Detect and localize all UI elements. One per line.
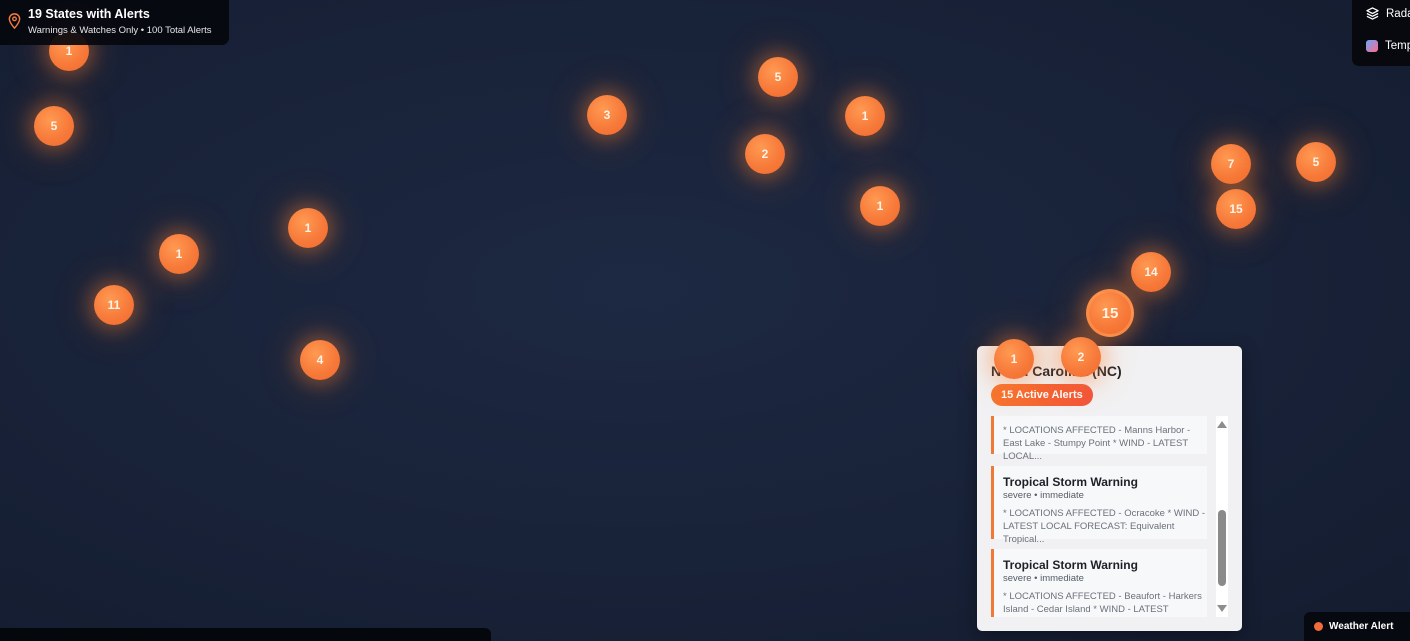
- alert-meta: severe • immediate: [1003, 573, 1084, 584]
- selected-alert-cluster-marker[interactable]: 15: [1086, 289, 1134, 337]
- alert-cluster-marker[interactable]: 5: [34, 106, 74, 146]
- summary-title: 19 States with Alerts: [28, 7, 150, 21]
- state-alerts-popup: North Carolina (NC) 15 Active Alerts * L…: [977, 346, 1242, 631]
- alert-cluster-marker[interactable]: 3: [587, 95, 627, 135]
- alerts-scrollbar[interactable]: [1216, 416, 1228, 617]
- alert-cluster-marker[interactable]: 1: [994, 339, 1034, 379]
- layer-label-radar: Radar: [1386, 7, 1410, 20]
- alert-card[interactable]: Tropical Storm Warning severe • immediat…: [991, 549, 1207, 617]
- alert-description: * LOCATIONS AFFECTED - Manns Harbor - Ea…: [1003, 425, 1191, 462]
- scroll-down-arrow-icon[interactable]: [1217, 605, 1227, 612]
- alert-cluster-marker[interactable]: 2: [1061, 337, 1101, 377]
- temperature-swatch-icon: [1366, 40, 1378, 52]
- alert-cluster-marker[interactable]: 11: [94, 285, 134, 325]
- alert-card[interactable]: Tropical Storm Warning severe • immediat…: [991, 466, 1207, 545]
- alert-cluster-marker[interactable]: 1: [288, 208, 328, 248]
- alert-cluster-marker[interactable]: 15: [1216, 189, 1256, 229]
- layer-toggle-temperature[interactable]: Temperature: [1366, 40, 1410, 52]
- summary-subtitle: Warnings & Watches Only • 100 Total Aler…: [28, 25, 212, 36]
- weather-alert-dot-icon: [1314, 622, 1323, 631]
- alerts-summary-panel: 19 States with Alerts Warnings & Watches…: [0, 0, 229, 45]
- alerts-list[interactable]: * LOCATIONS AFFECTED - Manns Harbor - Ea…: [991, 416, 1207, 617]
- alert-cluster-marker[interactable]: 1: [860, 186, 900, 226]
- legend-label: Weather Alert: [1329, 621, 1394, 632]
- alert-cluster-marker[interactable]: 1: [159, 234, 199, 274]
- map-legend: Weather Alert: [1304, 612, 1410, 641]
- alert-cluster-marker[interactable]: 14: [1131, 252, 1171, 292]
- layers-icon: [1366, 7, 1379, 20]
- alert-cluster-marker[interactable]: 5: [1296, 142, 1336, 182]
- alert-cluster-marker[interactable]: 5: [758, 57, 798, 97]
- map-pin-icon: [8, 13, 21, 29]
- alert-cluster-marker[interactable]: 7: [1211, 144, 1251, 184]
- alert-card[interactable]: * LOCATIONS AFFECTED - Manns Harbor - Ea…: [991, 416, 1207, 462]
- alert-title: Tropical Storm Warning: [1003, 475, 1138, 489]
- alert-description: * LOCATIONS AFFECTED - Beaufort - Harker…: [1003, 591, 1202, 615]
- alert-title: Tropical Storm Warning: [1003, 558, 1138, 572]
- layer-label-temperature: Temperature: [1385, 40, 1410, 52]
- scrollbar-thumb[interactable]: [1218, 510, 1226, 586]
- alert-cluster-marker[interactable]: 1: [845, 96, 885, 136]
- alert-cluster-marker[interactable]: 2: [745, 134, 785, 174]
- bottom-toolbar: [0, 628, 491, 641]
- alert-cluster-marker[interactable]: 4: [300, 340, 340, 380]
- active-alerts-badge: 15 Active Alerts: [991, 384, 1093, 406]
- scroll-up-arrow-icon[interactable]: [1217, 421, 1227, 428]
- layer-toggle-radar[interactable]: Radar: [1366, 7, 1410, 20]
- alert-description: * LOCATIONS AFFECTED - Ocracoke * WIND -…: [1003, 508, 1205, 545]
- layer-controls-panel: Radar Temperature: [1352, 0, 1410, 66]
- alert-meta: severe • immediate: [1003, 490, 1084, 501]
